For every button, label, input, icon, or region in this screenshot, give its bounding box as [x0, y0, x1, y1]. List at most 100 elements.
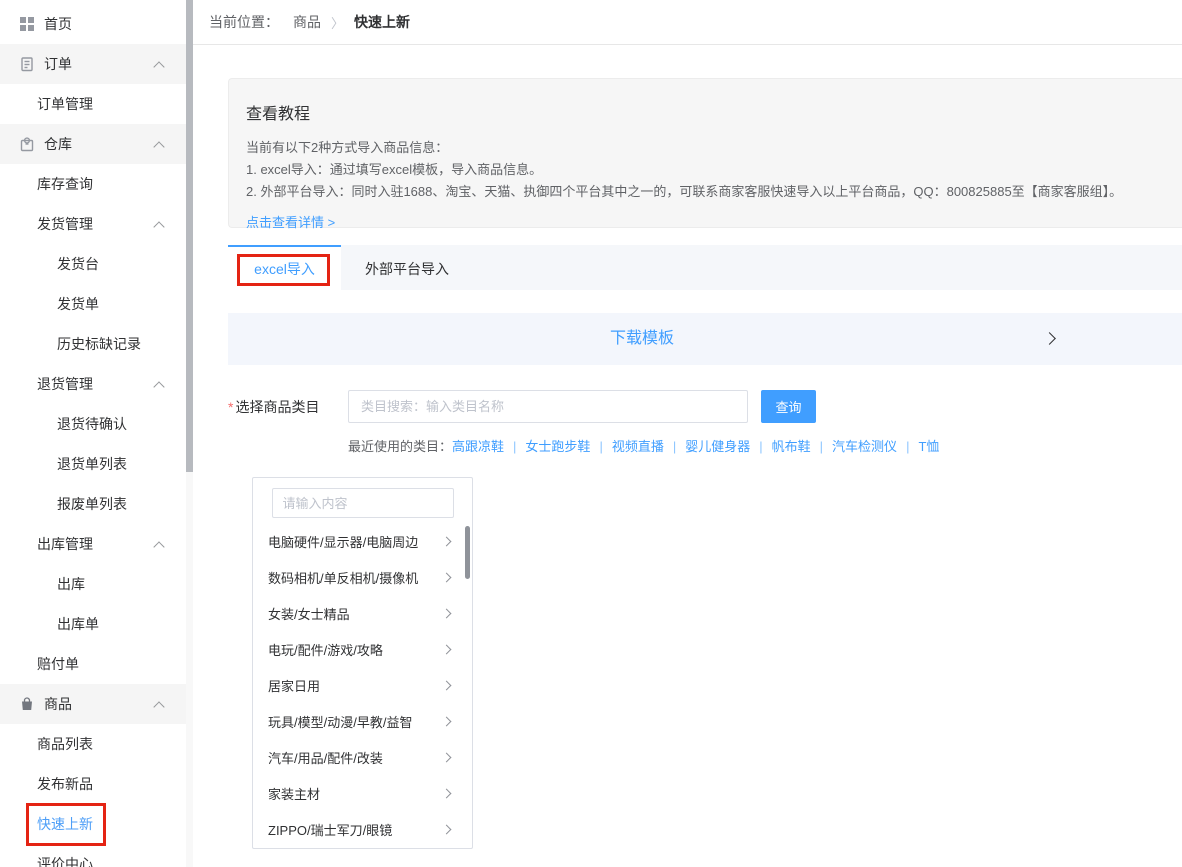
sidebar-item-label: 首页 [44, 16, 72, 32]
chevron-right-icon [1045, 334, 1054, 343]
sidebar-item-label: 订单 [44, 56, 72, 72]
breadcrumb-current: 快速上新 [354, 12, 410, 32]
sidebar-item-label: 报废单列表 [57, 496, 127, 512]
chevron-right-icon [443, 826, 450, 833]
download-template-label: 下载模板 [228, 313, 1056, 365]
category-item-label: 电玩/配件/游戏/攻略 [268, 640, 383, 659]
order-icon [19, 56, 35, 72]
sidebar-item-17[interactable]: 商品 [0, 684, 186, 724]
sidebar-item-16[interactable]: 赔付单 [0, 644, 186, 684]
breadcrumb-prefix: 当前位置： [209, 12, 279, 32]
sidebar-item-label: 商品 [44, 696, 72, 712]
sidebar-item-label: 仓库 [44, 136, 72, 152]
category-panel: 电脑硬件/显示器/电脑周边数码相机/单反相机/摄像机女装/女士精品电玩/配件/游… [252, 477, 473, 849]
recent-category-link[interactable]: 视频直播 [612, 439, 664, 454]
recent-link-separator: | [820, 439, 823, 454]
sidebar-item-label: 出库单 [57, 616, 99, 632]
sidebar-scrollbar[interactable] [186, 0, 193, 867]
recent-categories-links: 高跟凉鞋|女士跑步鞋|视频直播|婴儿健身器|帆布鞋|汽车检测仪|T恤 [452, 436, 939, 455]
category-item-label: ZIPPO/瑞士军刀/眼镜 [268, 820, 392, 839]
category-list-item[interactable]: 电脑硬件/显示器/电脑周边 [253, 523, 472, 559]
sidebar-item-label: 发货管理 [37, 216, 93, 232]
sidebar-item-label: 出库管理 [37, 536, 93, 552]
sidebar-item-19[interactable]: 发布新品 [0, 764, 186, 804]
sidebar-item-label: 快速上新 [37, 816, 93, 832]
recent-categories-row: 最近使用的类目： 高跟凉鞋|女士跑步鞋|视频直播|婴儿健身器|帆布鞋|汽车检测仪… [228, 436, 1182, 455]
download-template-banner[interactable]: 下载模板 [228, 313, 1182, 365]
import-tabs: excel导入外部平台导入 [228, 245, 1182, 290]
chevron-right-icon [443, 574, 450, 581]
sidebar-menu: 首页订单订单管理仓库库存查询发货管理发货台发货单历史标缺记录退货管理退货待确认退… [0, 0, 186, 867]
sidebar-item-20[interactable]: 快速上新 [0, 804, 186, 844]
required-asterisk: * [228, 399, 233, 415]
breadcrumb: 当前位置： 商品 〉 快速上新 [193, 0, 1182, 45]
category-list-item[interactable]: 数码相机/单反相机/摄像机 [253, 559, 472, 595]
chevron-right-icon [443, 538, 450, 545]
sidebar-item-7[interactable]: 发货单 [0, 284, 186, 324]
sidebar-item-13[interactable]: 出库管理 [0, 524, 186, 564]
chevron-right-icon [443, 610, 450, 617]
category-list-item[interactable]: 玩具/模型/动漫/早教/益智 [253, 703, 472, 739]
category-search-input[interactable] [348, 390, 748, 423]
recent-category-link[interactable]: 帆布鞋 [772, 439, 811, 454]
recent-category-link[interactable]: T恤 [918, 439, 939, 454]
sidebar-item-label: 商品列表 [37, 736, 93, 752]
sidebar-item-0[interactable]: 首页 [0, 4, 186, 44]
recent-category-link[interactable]: 女士跑步鞋 [525, 439, 590, 454]
breadcrumb-parent[interactable]: 商品 [293, 12, 321, 32]
sidebar-item-label: 发货台 [57, 256, 99, 272]
recent-link-separator: | [513, 439, 516, 454]
sidebar-item-label: 发布新品 [37, 776, 93, 792]
sidebar-item-9[interactable]: 退货管理 [0, 364, 186, 404]
category-list-item[interactable]: 汽车/用品/配件/改装 [253, 739, 472, 775]
sidebar-item-12[interactable]: 报废单列表 [0, 484, 186, 524]
recent-categories-label: 最近使用的类目： [348, 436, 452, 455]
chevron-up-icon [155, 380, 164, 389]
chevron-right-icon [443, 754, 450, 761]
category-panel-search-input[interactable] [272, 488, 454, 518]
sidebar-item-label: 订单管理 [37, 96, 93, 112]
sidebar-item-15[interactable]: 出库单 [0, 604, 186, 644]
category-list-item[interactable]: 家装主材 [253, 775, 472, 811]
category-list-item[interactable]: ZIPPO/瑞士军刀/眼镜 [253, 811, 472, 847]
category-item-label: 女装/女士精品 [268, 604, 350, 623]
sidebar-item-14[interactable]: 出库 [0, 564, 186, 604]
sidebar-item-1[interactable]: 订单 [0, 44, 186, 84]
chevron-right-icon [443, 718, 450, 725]
sidebar-item-5[interactable]: 发货管理 [0, 204, 186, 244]
category-panel-scrollbar-thumb[interactable] [465, 526, 470, 579]
recent-category-link[interactable]: 高跟凉鞋 [452, 439, 504, 454]
sidebar-item-10[interactable]: 退货待确认 [0, 404, 186, 444]
recent-category-link[interactable]: 婴儿健身器 [685, 439, 750, 454]
sidebar-item-label: 退货管理 [37, 376, 93, 392]
sidebar-item-21[interactable]: 评价中心 [0, 844, 186, 867]
sidebar-item-label: 赔付单 [37, 656, 79, 672]
tutorial-card: 查看教程 当前有以下2种方式导入商品信息：1. excel导入：通过填写exce… [228, 78, 1182, 228]
view-details-link[interactable]: 点击查看详情 > [246, 212, 335, 231]
category-item-label: 居家日用 [268, 676, 320, 695]
category-list-item[interactable]: 电玩/配件/游戏/攻略 [253, 631, 472, 667]
category-list-item[interactable]: 女装/女士精品 [253, 595, 472, 631]
sidebar-item-2[interactable]: 订单管理 [0, 84, 186, 124]
category-list-item[interactable]: 居家日用 [253, 667, 472, 703]
search-button[interactable]: 查询 [761, 390, 816, 423]
sidebar-item-4[interactable]: 库存查询 [0, 164, 186, 204]
category-item-label: 汽车/用品/配件/改装 [268, 748, 383, 767]
breadcrumb-separator-icon: 〉 [331, 13, 344, 32]
sidebar-item-8[interactable]: 历史标缺记录 [0, 324, 186, 364]
sidebar-item-3[interactable]: 仓库 [0, 124, 186, 164]
chevron-up-icon [155, 540, 164, 549]
recent-link-separator: | [599, 439, 602, 454]
sidebar-item-11[interactable]: 退货单列表 [0, 444, 186, 484]
sidebar-scrollbar-thumb[interactable] [186, 0, 193, 472]
sidebar-item-6[interactable]: 发货台 [0, 244, 186, 284]
sidebar-item-18[interactable]: 商品列表 [0, 724, 186, 764]
tab-excel-import[interactable]: excel导入 [228, 245, 341, 290]
main-area: 当前位置： 商品 〉 快速上新 查看教程 当前有以下2种方式导入商品信息：1. … [193, 0, 1182, 867]
tutorial-title: 查看教程 [246, 100, 1165, 124]
tutorial-line: 1. excel导入：通过填写excel模板，导入商品信息。 [246, 159, 1165, 181]
tab-external-platform-import[interactable]: 外部平台导入 [341, 245, 473, 290]
recent-category-link[interactable]: 汽车检测仪 [832, 439, 897, 454]
chevron-right-icon [443, 790, 450, 797]
recent-link-separator: | [906, 439, 909, 454]
